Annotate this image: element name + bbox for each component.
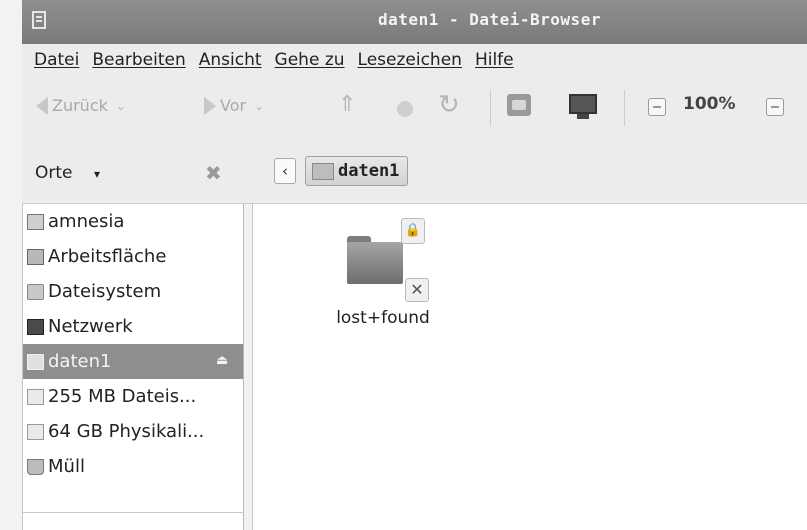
menu-bearbeiten[interactable]: Bearbeiten	[92, 50, 185, 70]
forward-button[interactable]: Vor ⌄	[200, 96, 264, 115]
desktop-folder-icon	[27, 248, 44, 265]
lock-emblem-icon: 🔒	[401, 218, 425, 244]
no-write-emblem-icon: ✕	[405, 278, 429, 302]
menu-lesezeichen[interactable]: Lesezeichen	[358, 50, 462, 70]
breadcrumb-label: daten1	[338, 161, 400, 181]
forward-arrow-icon	[204, 96, 216, 115]
trash-icon	[27, 458, 44, 475]
sidebar-item-label: amnesia	[48, 211, 125, 232]
zoom-out-icon[interactable]	[648, 98, 666, 116]
close-sidebar-icon[interactable]: ✖	[205, 161, 222, 185]
file-view[interactable]: 🔒 ✕ lost+found	[252, 204, 807, 530]
back-history-chevron-icon[interactable]: ⌄	[116, 99, 126, 113]
sidebar-item-daten1[interactable]: daten1 ⏏	[23, 344, 243, 379]
sidebar-item-label: 255 MB Dateis...	[48, 386, 197, 407]
menu-gehe-zu[interactable]: Gehe zu	[275, 50, 345, 70]
location-bar: Orte ▾ ✖ ‹ daten1	[22, 141, 807, 204]
sidebar-divider	[23, 512, 244, 513]
path-back-button[interactable]: ‹	[274, 158, 296, 184]
sidebar-item-amnesia[interactable]: amnesia	[23, 204, 243, 239]
places-sidebar: amnesia Arbeitsfläche Dateisystem Netzwe…	[22, 204, 244, 530]
back-arrow-icon	[36, 96, 48, 115]
places-chevron-down-icon[interactable]: ▾	[94, 167, 100, 181]
filesystem-icon	[27, 283, 44, 300]
folder-icon[interactable]	[347, 236, 403, 286]
sidebar-item-desktop[interactable]: Arbeitsfläche	[23, 239, 243, 274]
zoom-in-icon[interactable]	[766, 98, 784, 116]
stop-icon[interactable]	[397, 101, 413, 117]
menu-datei[interactable]: Datei	[34, 50, 79, 70]
computer-icon[interactable]	[569, 94, 597, 119]
drive-icon	[27, 423, 44, 440]
drive-icon	[27, 353, 44, 370]
file-browser-window: daten1 - Datei-Browser Datei Bearbeiten …	[0, 0, 807, 530]
folder-label[interactable]: lost+found	[313, 308, 453, 328]
toolbar-separator	[624, 90, 625, 126]
forward-label: Vor	[220, 96, 247, 115]
forward-history-chevron-icon[interactable]: ⌄	[254, 99, 264, 113]
toolbar-separator	[490, 90, 491, 126]
places-dropdown-label[interactable]: Orte	[35, 163, 73, 183]
sidebar-item-label: daten1	[48, 351, 112, 372]
home-icon[interactable]	[507, 94, 531, 116]
zoom-level[interactable]: 100%	[683, 94, 736, 114]
sidebar-item-255mb[interactable]: 255 MB Dateis...	[23, 379, 243, 414]
sidebar-item-label: Netzwerk	[48, 316, 133, 337]
window-title: daten1 - Datei-Browser	[378, 10, 601, 29]
sidebar-item-trash[interactable]: Müll	[23, 449, 243, 484]
sidebar-item-label: Dateisystem	[48, 281, 162, 302]
back-button[interactable]: Zurück ⌄	[36, 96, 126, 115]
toolbar: Zurück ⌄ Vor ⌄ ⇑ ↻ 100%	[22, 76, 807, 142]
menu-ansicht[interactable]: Ansicht	[199, 50, 262, 70]
network-icon	[27, 318, 44, 335]
sidebar-item-label: Arbeitsfläche	[48, 246, 167, 267]
sidebar-item-label: Müll	[48, 456, 85, 477]
menu-bar: Datei Bearbeiten Ansicht Gehe zu Lesezei…	[22, 44, 807, 76]
sidebar-item-network[interactable]: Netzwerk	[23, 309, 243, 344]
back-label: Zurück	[52, 96, 108, 115]
home-folder-icon	[27, 213, 44, 230]
drive-icon	[27, 388, 44, 405]
menu-hilfe[interactable]: Hilfe	[475, 50, 514, 70]
reload-icon[interactable]: ↻	[438, 90, 460, 120]
sidebar-item-filesystem[interactable]: Dateisystem	[23, 274, 243, 309]
up-icon[interactable]: ⇑	[338, 92, 356, 117]
sidebar-item-label: 64 GB Physikali...	[48, 421, 205, 442]
drive-icon	[312, 162, 334, 180]
title-bar[interactable]: daten1 - Datei-Browser	[22, 0, 807, 44]
eject-icon[interactable]: ⏏	[216, 353, 228, 368]
breadcrumb-daten1[interactable]: daten1	[305, 156, 409, 186]
sidebar-item-64gb[interactable]: 64 GB Physikali...	[23, 414, 243, 449]
